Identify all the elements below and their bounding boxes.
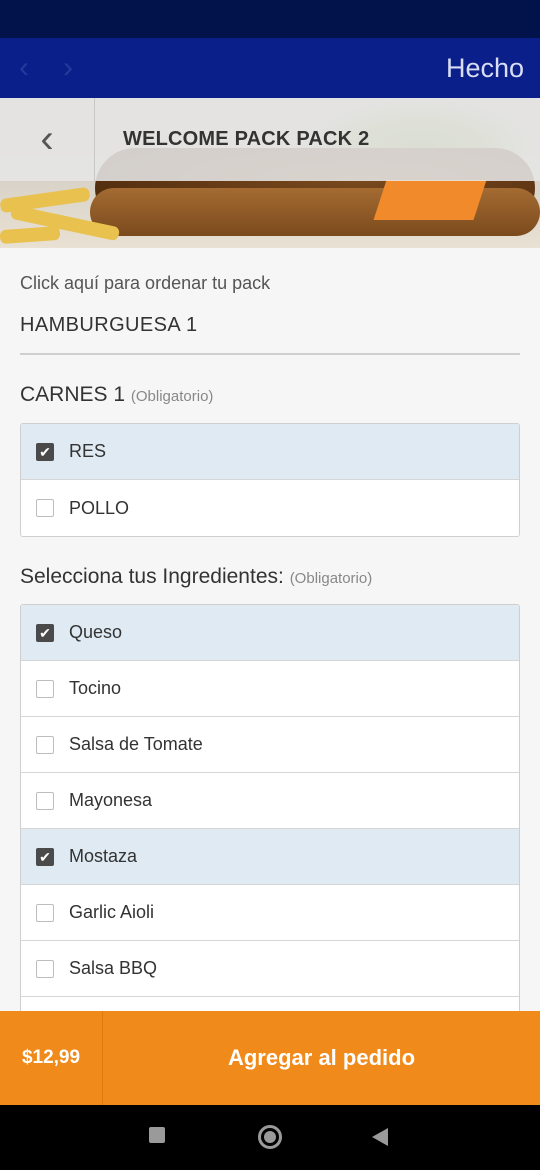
- order-hint[interactable]: Click aquí para ordenar tu pack: [20, 273, 270, 294]
- add-to-order-button[interactable]: Agregar al pedido: [103, 1045, 540, 1071]
- option-salsa-bbq[interactable]: Salsa BBQ: [21, 941, 519, 997]
- option-queso[interactable]: ✔ Queso: [21, 605, 519, 661]
- option-label: Tocino: [69, 678, 122, 698]
- option-label: Mostaza: [69, 846, 138, 866]
- checkbox-icon[interactable]: [36, 499, 54, 517]
- add-to-order-bar: $12,99 Agregar al pedido: [0, 1011, 540, 1105]
- hero-cheese: [373, 180, 487, 220]
- back-button[interactable]: ‹: [0, 98, 95, 181]
- option-label: RES: [69, 441, 107, 461]
- home-circle-icon[interactable]: [258, 1125, 282, 1149]
- required-tag: (Obligatorio): [289, 570, 373, 587]
- ingredientes-section-title: Selecciona tus Ingredientes: (Obligatori…: [20, 565, 372, 589]
- nav-back-arrow-icon[interactable]: ‹: [2, 38, 46, 98]
- divider: [20, 353, 520, 355]
- option-tocino[interactable]: Tocino: [21, 661, 519, 717]
- checkbox-icon[interactable]: [36, 679, 54, 698]
- page-title: WELCOME PACK PACK 2: [123, 128, 370, 150]
- ingredientes-title: Selecciona tus Ingredientes:: [20, 565, 284, 588]
- hero-fry: [0, 225, 61, 245]
- checkbox-icon[interactable]: [36, 791, 54, 810]
- option-res[interactable]: ✔ RES: [21, 424, 519, 480]
- done-button[interactable]: Hecho: [446, 53, 524, 84]
- option-garlic-aioli[interactable]: Garlic Aioli: [21, 885, 519, 941]
- checkbox-icon[interactable]: [36, 735, 54, 754]
- checkbox-checked-icon[interactable]: ✔: [36, 623, 54, 642]
- option-salsa-de-tomate[interactable]: Salsa de Tomate: [21, 717, 519, 773]
- option-label: Salsa de Tomate: [69, 734, 203, 754]
- back-triangle-icon[interactable]: [372, 1128, 388, 1146]
- chevron-left-icon: ‹: [40, 117, 54, 161]
- carnes-title: CARNES 1: [20, 383, 126, 406]
- option-label: Garlic Aioli: [69, 902, 155, 922]
- option-mostaza[interactable]: ✔ Mostaza: [21, 829, 519, 885]
- pack-header: ‹ WELCOME PACK PACK 2: [0, 98, 540, 181]
- nav-forward-arrow-icon[interactable]: ›: [46, 38, 90, 98]
- checkbox-icon[interactable]: [36, 959, 54, 978]
- option-label: Salsa BBQ: [69, 958, 158, 978]
- browser-nav-bar: ‹ › Hecho: [0, 38, 540, 98]
- recents-square-icon[interactable]: [149, 1127, 165, 1143]
- checkbox-checked-icon[interactable]: ✔: [36, 847, 54, 866]
- system-nav-bar: [0, 1105, 540, 1170]
- carnes-option-list: ✔ RES POLLO: [20, 423, 520, 537]
- pack-item-name[interactable]: HAMBURGUESA 1: [20, 314, 197, 337]
- option-mayonesa[interactable]: Mayonesa: [21, 773, 519, 829]
- option-pollo[interactable]: POLLO: [21, 480, 519, 536]
- carnes-section-title: CARNES 1 (Obligatorio): [20, 383, 213, 407]
- required-tag: (Obligatorio): [130, 388, 214, 405]
- option-label: POLLO: [69, 497, 130, 518]
- checkbox-icon[interactable]: [36, 903, 54, 922]
- price-label: $12,99: [0, 1011, 103, 1105]
- status-bar: [0, 0, 540, 38]
- ingredientes-option-list: ✔ Queso Tocino Salsa de Tomate Mayonesa …: [20, 604, 520, 1054]
- option-label: Mayonesa: [69, 790, 153, 810]
- checkbox-checked-icon[interactable]: ✔: [36, 442, 54, 461]
- option-label: Queso: [69, 622, 123, 642]
